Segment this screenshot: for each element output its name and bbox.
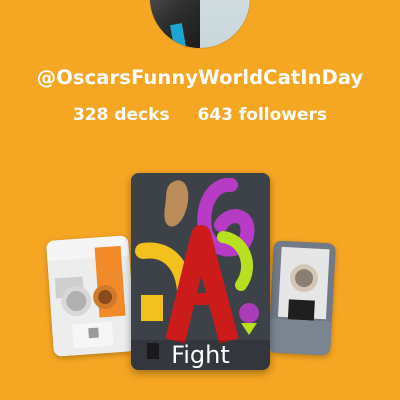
followers-count[interactable]: 643 followers — [197, 105, 327, 125]
profile-avatar[interactable] — [150, 0, 250, 48]
decks-count[interactable]: 328 decks — [73, 105, 170, 125]
deck-card-right[interactable] — [268, 240, 336, 356]
profile-handle: @OscarsFunnyWorldCatInDay — [36, 66, 364, 89]
deck-title: Fight — [131, 340, 270, 370]
deck-cover-image-right — [268, 240, 336, 356]
deck-cover-image-left — [46, 235, 136, 357]
deck-card-featured[interactable]: Fight — [131, 173, 270, 370]
deck-card-left[interactable] — [46, 235, 136, 357]
avatar-photo-right — [200, 0, 250, 48]
profile-stats: 328 decks 643 followers — [0, 105, 400, 125]
